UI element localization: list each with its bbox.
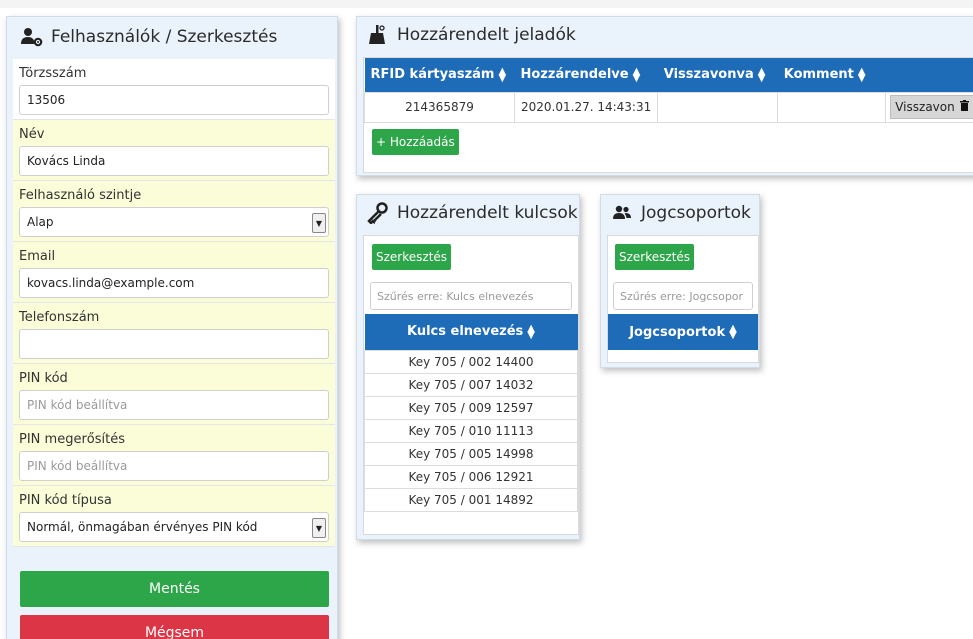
page-title: Felhasználók / Szerkesztés [51, 27, 278, 47]
sort-icon[interactable]: ▲ ▼ [858, 66, 866, 83]
transmitters-body: RFID kártyaszám ▲ ▼ Hozzárendelve ▲ ▼ Vissza… [363, 57, 973, 173]
pin-confirm-input[interactable]: PIN kód beállítva [19, 451, 329, 481]
edit-groups-button[interactable]: Szerkesztés [615, 244, 695, 270]
user-edit-panel: Felhasználók / Szerkesztés Törzsszám 135… [6, 16, 338, 639]
field-pin: PIN kód PIN kód beállítva [13, 364, 335, 425]
telefon-input[interactable] [19, 329, 329, 359]
groups-header: Jogcsoportok [601, 195, 759, 231]
revoke-button[interactable]: Visszavon [890, 95, 973, 119]
szint-value: Alap [27, 215, 54, 229]
transmitters-title: Hozzárendelt jeladók [397, 25, 576, 45]
groups-table: Jogcsoportok ▲ ▼ [608, 314, 758, 350]
rfid-cell: 214365879 [364, 91, 515, 123]
list-item: Key 705 / 006 12921 [364, 464, 578, 489]
telefon-label: Telefonszám [19, 310, 100, 325]
keys-title: Hozzárendelt kulcsok [397, 203, 578, 223]
keys-icon [367, 202, 389, 225]
field-email: Email kovacs.linda@example.com [13, 242, 335, 303]
transmitters-header: Hozzárendelt jeladók [357, 17, 973, 53]
szint-label: Felhasználó szintje [19, 188, 142, 203]
top-bar [0, 0, 973, 8]
user-form: Törzsszám 13506 Név Kovács Linda Felhasz… [13, 59, 335, 547]
column-header-revoked[interactable]: Visszavonva ▲ ▼ [657, 58, 778, 92]
edit-keys-button[interactable]: Szerkesztés [372, 244, 452, 270]
transmitters-table: RFID kártyaszám ▲ ▼ Hozzárendelve ▲ ▼ Vissza… [364, 58, 973, 123]
nev-label: Név [19, 127, 45, 142]
transmitter-icon [367, 24, 389, 46]
column-header-assigned[interactable]: Hozzárendelve ▲ ▼ [514, 58, 658, 92]
field-torzsszam: Törzsszám 13506 [13, 59, 335, 120]
field-pin-confirm: PIN megerősítés PIN kód beállítva [13, 425, 335, 486]
column-header-comment[interactable]: Komment ▲ ▼ [777, 58, 886, 92]
column-header-rfid[interactable]: RFID kártyaszám ▲ ▼ [364, 58, 515, 92]
cancel-button[interactable]: Mégsem [20, 615, 329, 639]
nev-input[interactable]: Kovács Linda [19, 146, 329, 176]
list-item: Key 705 / 002 14400 [364, 349, 578, 374]
sort-icon[interactable]: ▲ ▼ [633, 66, 641, 83]
user-gear-icon [21, 26, 43, 48]
keys-filter-input[interactable]: Szűrés erre: Kulcs elnevezés [370, 282, 572, 310]
pin-label: PIN kód [19, 371, 68, 386]
column-header-actions [885, 58, 973, 92]
szint-select[interactable]: Alap ▼ [19, 207, 329, 237]
dropdown-arrow-icon[interactable]: ▼ [312, 213, 326, 233]
column-header-groups[interactable]: Jogcsoportok ▲ ▼ [608, 314, 758, 350]
list-item: Key 705 / 005 14998 [364, 441, 578, 466]
sort-icon[interactable]: ▲ ▼ [498, 66, 506, 83]
sort-icon[interactable]: ▲ ▼ [729, 324, 737, 341]
keys-table: Kulcs elnevezés ▲ ▼ Key 705 / 002 14400 Ke… [364, 314, 578, 512]
email-label: Email [19, 249, 56, 264]
groups-body: Szerkesztés Szűrés erre: Jogcsopor Jogcs… [607, 235, 759, 363]
column-header-key-name[interactable]: Kulcs elnevezés ▲ ▼ [364, 314, 578, 350]
revoke-label: Visszavon [895, 100, 955, 114]
list-item: Key 705 / 001 14892 [364, 487, 578, 512]
sort-icon[interactable]: ▲ ▼ [758, 66, 766, 83]
dropdown-arrow-icon[interactable]: ▼ [312, 518, 326, 538]
groups-filter-input[interactable]: Szűrés erre: Jogcsopor [613, 282, 753, 310]
field-pin-type: PIN kód típusa Normál, önmagában érvénye… [13, 486, 335, 547]
list-item: Key 705 / 010 11113 [364, 418, 578, 443]
assigned-cell: 2020.01.27. 14:43:31 [513, 91, 659, 123]
keys-header: Hozzárendelt kulcsok [357, 195, 579, 231]
field-telefon: Telefonszám [13, 303, 335, 364]
sort-icon[interactable]: ▲ ▼ [527, 323, 535, 340]
field-szint: Felhasználó szintje Alap ▼ [13, 181, 335, 242]
users-group-icon [611, 202, 633, 224]
keys-body: Szerkesztés Szűrés erre: Kulcs elnevezés… [363, 235, 579, 535]
torzsszam-input[interactable]: 13506 [19, 85, 329, 115]
list-item: Key 705 / 007 14032 [364, 372, 578, 397]
comment-cell [777, 91, 887, 123]
save-button[interactable]: Mentés [20, 571, 329, 607]
user-edit-header: Felhasználók / Szerkesztés [7, 17, 337, 57]
revoked-cell [657, 91, 779, 123]
torzsszam-label: Törzsszám [19, 66, 87, 81]
trash-icon [959, 100, 969, 114]
pin-type-label: PIN kód típusa [19, 493, 112, 508]
pin-confirm-label: PIN megerősítés [19, 432, 125, 447]
action-cell: Visszavon [885, 91, 973, 123]
email-input[interactable]: kovacs.linda@example.com [19, 268, 329, 298]
pin-input[interactable]: PIN kód beállítva [19, 390, 329, 420]
list-item: Key 705 / 009 12597 [364, 395, 578, 420]
groups-panel: Jogcsoportok Szerkesztés Szűrés erre: Jo… [600, 194, 760, 368]
transmitters-panel: Hozzárendelt jeladók RFID kártyaszám ▲ ▼ H… [356, 16, 973, 176]
table-row: 214365879 2020.01.27. 14:43:31 Visszavon [364, 91, 973, 123]
groups-title: Jogcsoportok [641, 203, 751, 223]
field-nev: Név Kovács Linda [13, 120, 335, 181]
pin-type-select[interactable]: Normál, önmagában érvényes PIN kód ▼ [19, 512, 329, 542]
pin-type-value: Normál, önmagában érvényes PIN kód [27, 520, 258, 534]
add-transmitter-button[interactable]: + Hozzáadás [372, 128, 459, 155]
keys-panel: Hozzárendelt kulcsok Szerkesztés Szűrés … [356, 194, 580, 540]
